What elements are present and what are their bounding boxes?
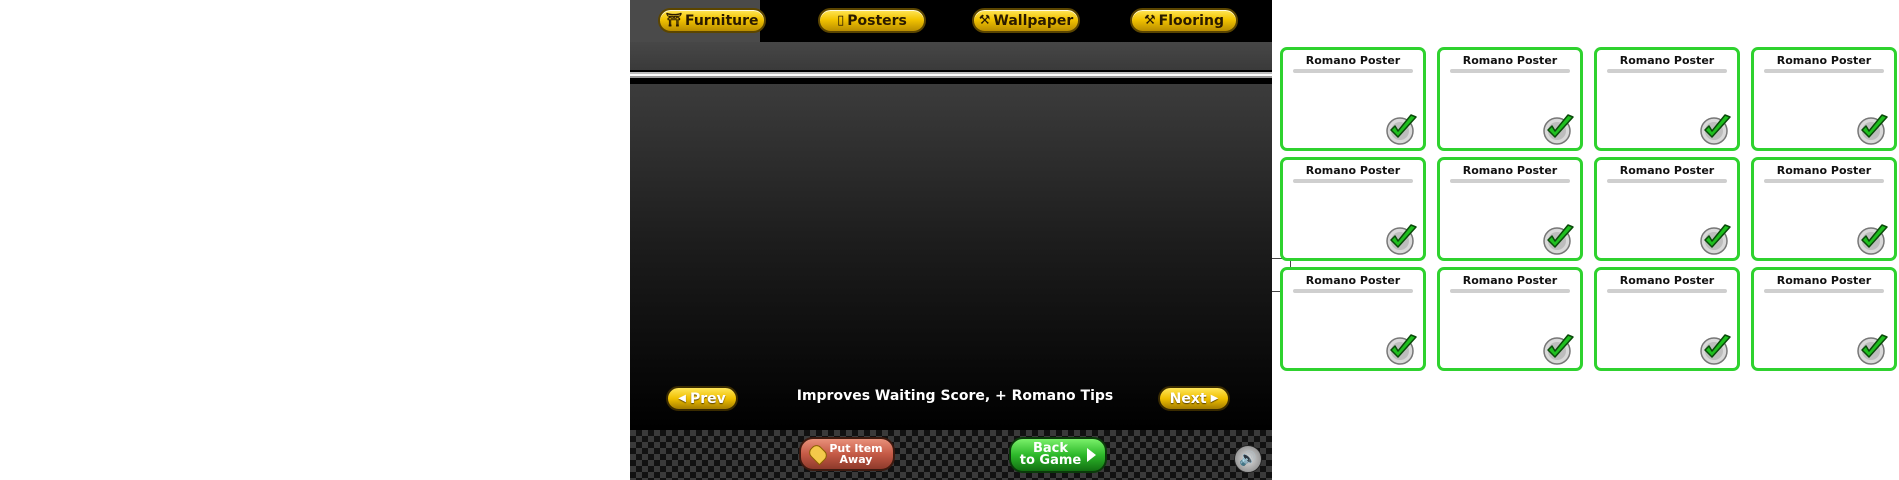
poster-card[interactable]: Romano Poster <box>1751 47 1897 151</box>
poster-title-underline <box>1293 289 1413 293</box>
paint-roller-icon: ⚒ <box>978 13 991 28</box>
checkmark-icon <box>1543 334 1574 365</box>
tab-posters-label: Posters <box>847 12 907 29</box>
poster-card[interactable]: Romano Poster <box>1437 157 1583 261</box>
poster-title: Romano Poster <box>1462 274 1558 287</box>
checkmark-icon <box>1857 114 1888 145</box>
poster-title-underline <box>1607 179 1727 183</box>
poster-title: Romano Poster <box>1462 54 1558 67</box>
prev-label: Prev <box>689 390 726 407</box>
put-away-line2: Away <box>839 453 873 466</box>
back-to-game-button[interactable]: Back to Game <box>1009 437 1107 473</box>
table-icon: ⛩ <box>665 13 682 28</box>
tab-posters[interactable]: ▯ Posters <box>818 8 926 33</box>
tab-furniture-label: Furniture <box>684 12 759 29</box>
poster-title: Romano Poster <box>1462 164 1558 177</box>
back-line2: to Game <box>1019 453 1082 468</box>
checkmark-icon <box>1543 114 1574 145</box>
arrow-left-icon: ◀ <box>678 393 686 404</box>
poster-card[interactable]: Romano Poster <box>1594 267 1740 371</box>
poster-title-underline <box>1293 179 1413 183</box>
footer-bar <box>630 430 1272 480</box>
poster-title: Romano Poster <box>1305 274 1401 287</box>
hammer-icon: ⚒ <box>1144 13 1156 28</box>
poster-card[interactable]: Romano Poster <box>1280 157 1426 261</box>
poster-title-underline <box>1764 179 1884 183</box>
poster-title: Romano Poster <box>1776 54 1872 67</box>
pin-icon <box>807 442 830 466</box>
poster-title: Romano Poster <box>1619 54 1715 67</box>
poster-title-underline <box>1450 289 1570 293</box>
poster-title: Romano Poster <box>1619 164 1715 177</box>
checkmark-icon <box>1700 334 1731 365</box>
play-arrow-icon <box>1087 448 1097 462</box>
poster-card[interactable]: Romano Poster <box>1594 157 1740 261</box>
poster-card[interactable]: Romano Poster <box>1280 47 1426 151</box>
tab-wallpaper[interactable]: ⚒ Wallpaper <box>972 8 1080 33</box>
put-away-label: Put Item Away <box>829 443 882 465</box>
poster-card[interactable]: Romano Poster <box>1437 267 1583 371</box>
speaker-icon[interactable]: 🔊 <box>1234 445 1262 473</box>
checkmark-icon <box>1386 114 1417 145</box>
divider-rule <box>630 72 1272 78</box>
tab-wallpaper-label: Wallpaper <box>993 12 1074 29</box>
poster-title: Romano Poster <box>1776 164 1872 177</box>
back-label: Back to Game <box>1019 442 1082 468</box>
next-label: Next <box>1169 390 1207 407</box>
checkmark-icon <box>1543 224 1574 255</box>
checkmark-icon <box>1386 224 1417 255</box>
checkmark-icon <box>1700 224 1731 255</box>
checkmark-icon <box>1857 334 1888 365</box>
tab-furniture[interactable]: ⛩ Furniture <box>658 8 766 33</box>
checkmark-icon <box>1386 334 1417 365</box>
poster-card[interactable]: Romano Poster <box>1594 47 1740 151</box>
poster-icon: ▯ <box>837 13 845 28</box>
poster-title: Romano Poster <box>1305 164 1401 177</box>
item-description: Improves Waiting Score, + Romano Tips <box>796 388 1114 404</box>
poster-card[interactable]: Romano Poster <box>1751 267 1897 371</box>
poster-card[interactable]: Romano Poster <box>1751 157 1897 261</box>
poster-title-underline <box>1764 69 1884 73</box>
prev-button[interactable]: ◀ Prev <box>666 386 738 411</box>
checkmark-icon <box>1857 224 1888 255</box>
poster-title-underline <box>1450 179 1570 183</box>
tab-flooring[interactable]: ⚒ Flooring <box>1130 8 1238 33</box>
poster-title-underline <box>1293 69 1413 73</box>
checkmark-icon <box>1700 114 1731 145</box>
poster-title: Romano Poster <box>1305 54 1401 67</box>
put-item-away-button[interactable]: Put Item Away <box>799 437 895 471</box>
poster-card[interactable]: Romano Poster <box>1280 267 1426 371</box>
category-tab-bar: ⛩ Furniture ▯ Posters ⚒ Wallpaper ⚒ Floo… <box>630 0 1272 42</box>
next-button[interactable]: Next ▶ <box>1158 386 1230 411</box>
poster-title: Romano Poster <box>1619 274 1715 287</box>
shelf-band <box>630 42 1272 70</box>
poster-title-underline <box>1450 69 1570 73</box>
game-panel: ⛩ Furniture ▯ Posters ⚒ Wallpaper ⚒ Floo… <box>630 0 1272 480</box>
poster-title-underline <box>1607 69 1727 73</box>
poster-title: Romano Poster <box>1776 274 1872 287</box>
tab-flooring-label: Flooring <box>1158 12 1224 29</box>
arrow-right-icon: ▶ <box>1210 393 1219 404</box>
item-display-area <box>630 84 1272 429</box>
poster-card[interactable]: Romano Poster <box>1437 47 1583 151</box>
poster-title-underline <box>1607 289 1727 293</box>
poster-title-underline <box>1764 289 1884 293</box>
